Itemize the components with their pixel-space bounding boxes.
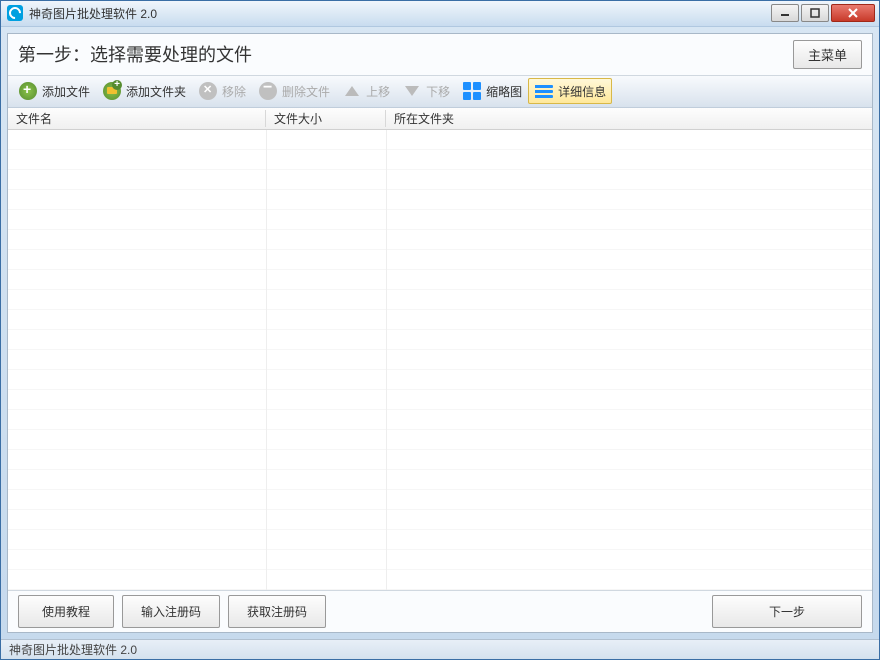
table-header: 文件名 文件大小 所在文件夹: [8, 108, 872, 130]
move-up-button[interactable]: 上移: [336, 78, 396, 104]
toolbar: 添加文件 添加文件夹 移除 删除文件 上移 下移: [8, 76, 872, 108]
status-text: 神奇图片批处理软件 2.0: [9, 641, 137, 658]
step-title: 第一步：选择需要处理的文件: [18, 41, 793, 67]
list-icon: [534, 81, 554, 101]
remove-label: 移除: [222, 83, 246, 100]
step-header: 第一步：选择需要处理的文件 主菜单: [8, 34, 872, 76]
delete-file-icon: [258, 81, 278, 101]
details-label: 详细信息: [558, 83, 606, 100]
file-table: 文件名 文件大小 所在文件夹: [8, 108, 872, 590]
delete-file-label: 删除文件: [282, 83, 330, 100]
next-button[interactable]: 下一步: [712, 595, 862, 628]
arrow-down-icon: [402, 81, 422, 101]
add-file-button[interactable]: 添加文件: [12, 78, 96, 104]
close-icon: [847, 8, 859, 18]
thumbnail-view-button[interactable]: 缩略图: [456, 78, 528, 104]
status-bar: 神奇图片批处理软件 2.0: [1, 639, 879, 659]
title-bar: 神奇图片批处理软件 2.0: [1, 1, 879, 27]
tutorial-button[interactable]: 使用教程: [18, 595, 114, 628]
move-down-button[interactable]: 下移: [396, 78, 456, 104]
window-controls: [771, 4, 875, 22]
column-divider: [266, 130, 267, 590]
app-window: 神奇图片批处理软件 2.0 第一步：选择需要处理的文件 主菜单 添加文件: [0, 0, 880, 660]
thumbnail-label: 缩略图: [486, 83, 522, 100]
maximize-icon: [810, 8, 820, 18]
enter-key-button[interactable]: 输入注册码: [122, 595, 220, 628]
add-folder-label: 添加文件夹: [126, 83, 186, 100]
minimize-button[interactable]: [771, 4, 799, 22]
column-size[interactable]: 文件大小: [266, 110, 386, 127]
content-area: 第一步：选择需要处理的文件 主菜单 添加文件 添加文件夹 移除 删除文件: [7, 33, 873, 633]
app-icon: [7, 5, 23, 21]
main-menu-button[interactable]: 主菜单: [793, 40, 862, 69]
get-key-button[interactable]: 获取注册码: [228, 595, 326, 628]
column-divider: [386, 130, 387, 590]
thumbnail-icon: [462, 81, 482, 101]
column-name[interactable]: 文件名: [8, 110, 266, 127]
minimize-icon: [780, 8, 790, 18]
maximize-button[interactable]: [801, 4, 829, 22]
move-up-label: 上移: [366, 83, 390, 100]
table-body[interactable]: [8, 130, 872, 590]
remove-button[interactable]: 移除: [192, 78, 252, 104]
close-button[interactable]: [831, 4, 875, 22]
details-view-button[interactable]: 详细信息: [528, 78, 612, 104]
add-file-icon: [18, 81, 38, 101]
add-folder-icon: [102, 81, 122, 101]
column-folder[interactable]: 所在文件夹: [386, 110, 872, 127]
add-folder-button[interactable]: 添加文件夹: [96, 78, 192, 104]
bottom-bar: 使用教程 输入注册码 获取注册码 下一步: [8, 590, 872, 632]
arrow-up-icon: [342, 81, 362, 101]
delete-file-button[interactable]: 删除文件: [252, 78, 336, 104]
remove-icon: [198, 81, 218, 101]
add-file-label: 添加文件: [42, 83, 90, 100]
move-down-label: 下移: [426, 83, 450, 100]
window-title: 神奇图片批处理软件 2.0: [29, 5, 771, 22]
